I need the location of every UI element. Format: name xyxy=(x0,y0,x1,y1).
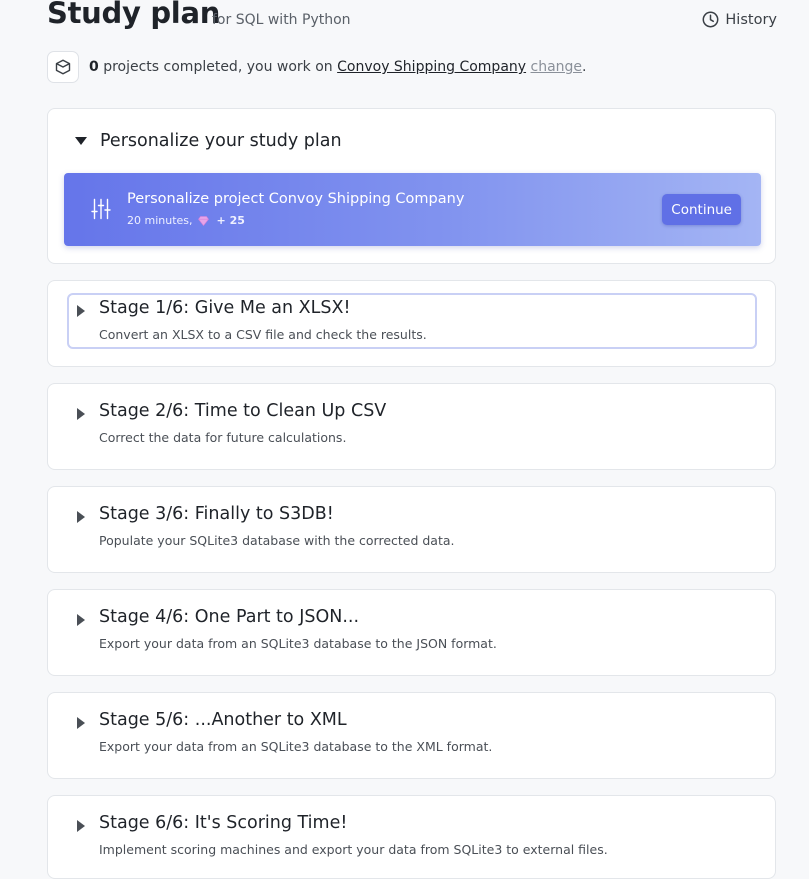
gem-icon xyxy=(197,215,209,226)
status-period: . xyxy=(582,59,587,75)
stage-card-5[interactable]: Stage 5/6: ...Another to XML Export your… xyxy=(47,692,776,779)
caret-right-icon xyxy=(77,614,85,626)
personalize-heading: Personalize your study plan xyxy=(100,131,342,151)
stage-card-6[interactable]: Stage 6/6: It's Scoring Time! Implement … xyxy=(47,795,776,879)
stage-title: Stage 5/6: ...Another to XML xyxy=(99,710,347,730)
change-project-link[interactable]: change xyxy=(531,59,583,75)
stage-card-2[interactable]: Stage 2/6: Time to Clean Up CSV Correct … xyxy=(47,383,776,470)
caret-right-icon xyxy=(77,408,85,420)
stage-title: Stage 2/6: Time to Clean Up CSV xyxy=(99,401,387,421)
personalize-card: Personalize your study plan Personalize … xyxy=(47,108,776,264)
status-description: projects completed, you work on xyxy=(103,59,333,75)
stage-card-4[interactable]: Stage 4/6: One Part to JSON... Export yo… xyxy=(47,589,776,676)
stage-description: Populate your SQLite3 database with the … xyxy=(99,533,455,548)
stage-description: Implement scoring machines and export yo… xyxy=(99,842,608,857)
page-subtitle: for SQL with Python xyxy=(212,12,351,28)
page-header: Study plan for SQL with Python History xyxy=(47,0,777,40)
sliders-icon xyxy=(91,198,111,220)
personalize-toggle[interactable]: Personalize your study plan xyxy=(75,131,342,151)
points-reward: + 25 xyxy=(216,214,245,227)
stage-header-2[interactable]: Stage 2/6: Time to Clean Up CSV Correct … xyxy=(67,396,757,452)
history-label: History xyxy=(725,11,777,28)
personalize-banner[interactable]: Personalize project Convoy Shipping Comp… xyxy=(64,173,761,246)
status-text: 0 projects completed, you work on Convoy… xyxy=(89,59,587,75)
history-button[interactable]: History xyxy=(702,11,777,28)
project-link[interactable]: Convoy Shipping Company xyxy=(337,59,526,75)
stage-header-1[interactable]: Stage 1/6: Give Me an XLSX! Convert an X… xyxy=(67,293,757,349)
stage-header-4[interactable]: Stage 4/6: One Part to JSON... Export yo… xyxy=(67,602,757,658)
stage-card-3[interactable]: Stage 3/6: Finally to S3DB! Populate you… xyxy=(47,486,776,573)
stage-description: Export your data from an SQLite3 databas… xyxy=(99,739,493,754)
completed-count: 0 xyxy=(89,59,99,75)
stage-header-5[interactable]: Stage 5/6: ...Another to XML Export your… xyxy=(67,705,757,761)
progress-status: 0 projects completed, you work on Convoy… xyxy=(47,50,777,84)
caret-down-icon xyxy=(75,137,87,145)
duration-text: 20 minutes, xyxy=(127,214,193,227)
project-box-icon xyxy=(55,59,71,75)
caret-right-icon xyxy=(77,717,85,729)
continue-button[interactable]: Continue xyxy=(662,194,741,225)
stage-title: Stage 3/6: Finally to S3DB! xyxy=(99,504,334,524)
caret-right-icon xyxy=(77,511,85,523)
stage-title: Stage 6/6: It's Scoring Time! xyxy=(99,813,348,833)
stage-description: Correct the data for future calculations… xyxy=(99,430,347,445)
stage-card-1[interactable]: Stage 1/6: Give Me an XLSX! Convert an X… xyxy=(47,280,776,367)
stage-header-6[interactable]: Stage 6/6: It's Scoring Time! Implement … xyxy=(67,808,757,864)
stage-title: Stage 4/6: One Part to JSON... xyxy=(99,607,360,627)
banner-meta: 20 minutes, + 25 xyxy=(127,214,245,227)
stage-title: Stage 1/6: Give Me an XLSX! xyxy=(99,298,351,318)
clock-icon xyxy=(702,11,719,28)
caret-right-icon xyxy=(77,820,85,832)
stage-header-3[interactable]: Stage 3/6: Finally to S3DB! Populate you… xyxy=(67,499,757,555)
status-icon-box xyxy=(47,51,79,83)
stage-description: Export your data from an SQLite3 databas… xyxy=(99,636,497,651)
page-title: Study plan xyxy=(47,0,221,30)
banner-title: Personalize project Convoy Shipping Comp… xyxy=(127,191,465,207)
caret-right-icon xyxy=(77,305,85,317)
stage-description: Convert an XLSX to a CSV file and check … xyxy=(99,327,427,342)
